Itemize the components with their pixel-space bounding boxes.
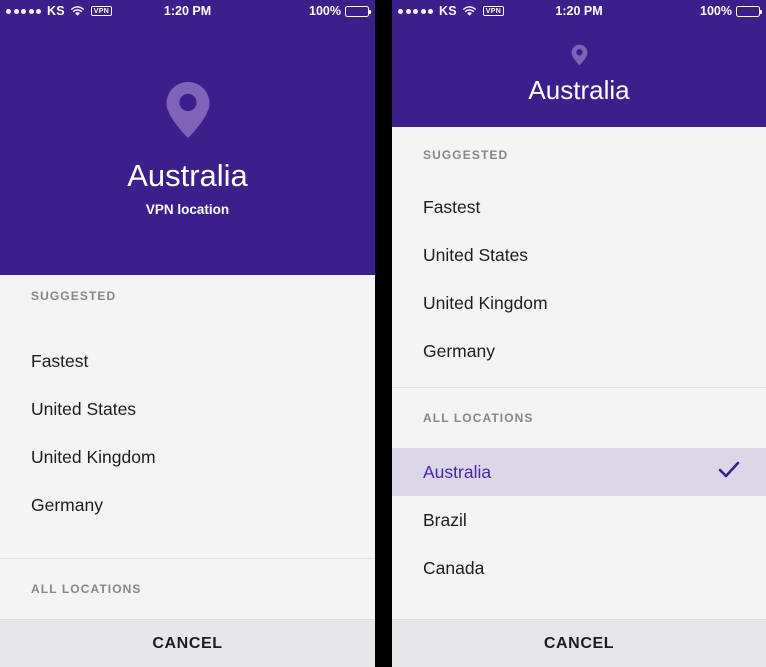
list-item[interactable]: United Kingdom xyxy=(0,433,375,481)
battery-percent-label: 100% xyxy=(700,4,732,18)
carrier-label: KS xyxy=(439,4,457,18)
signal-strength-dots-icon xyxy=(398,8,433,14)
list-item[interactable]: Germany xyxy=(0,481,375,529)
battery-percent-label: 100% xyxy=(309,4,341,18)
dual-screenshot-container: KS VPN 1:20 PM 100% Australia VPN locati… xyxy=(0,0,766,667)
right-list-body: SUGGESTED Fastest United States United K… xyxy=(392,127,766,619)
left-list-body: SUGGESTED Fastest United States United K… xyxy=(0,275,375,619)
wifi-icon xyxy=(462,5,476,17)
section-header-suggested: SUGGESTED xyxy=(31,289,117,303)
location-pin-icon xyxy=(571,44,588,71)
vpn-badge: VPN xyxy=(90,6,113,16)
list-item[interactable]: United States xyxy=(392,231,766,279)
status-bar-right: 100% xyxy=(700,4,763,18)
screen-separator xyxy=(375,0,392,667)
cancel-button[interactable]: CANCEL xyxy=(392,619,766,667)
left-phone-screen: KS VPN 1:20 PM 100% Australia VPN locati… xyxy=(0,0,375,667)
list-item[interactable]: United Kingdom xyxy=(392,279,766,327)
vpn-badge: VPN xyxy=(482,6,505,16)
wifi-icon xyxy=(70,5,84,17)
status-bar: KS VPN 1:20 PM 100% xyxy=(392,0,766,22)
battery-full-icon xyxy=(345,5,372,17)
status-bar-right: 100% xyxy=(309,4,372,18)
right-phone-screen: KS VPN 1:20 PM 100% Australia SUGGESTED … xyxy=(392,0,766,667)
status-bar: KS VPN 1:20 PM 100% xyxy=(0,0,375,22)
list-item[interactable]: Germany xyxy=(392,327,766,375)
carrier-label: KS xyxy=(47,4,65,18)
list-item[interactable]: Canada xyxy=(392,544,766,592)
checkmark-icon xyxy=(718,461,740,483)
list-item-label: Australia xyxy=(423,461,492,482)
section-header-all-locations: ALL LOCATIONS xyxy=(31,582,142,596)
right-header: Australia xyxy=(392,22,766,127)
section-header-all-locations: ALL LOCATIONS xyxy=(423,411,534,425)
list-gap xyxy=(392,375,766,387)
page-title: Australia xyxy=(528,74,630,105)
list-item[interactable]: Fastest xyxy=(0,337,375,385)
section-header-suggested: SUGGESTED xyxy=(423,148,509,162)
list-item[interactable]: Fastest xyxy=(392,183,766,231)
status-bar-left: KS VPN xyxy=(6,4,113,18)
battery-full-icon xyxy=(736,5,763,17)
status-bar-left: KS VPN xyxy=(398,4,505,18)
cancel-button[interactable]: CANCEL xyxy=(0,619,375,667)
page-title: Australia xyxy=(127,157,248,193)
signal-strength-dots-icon xyxy=(6,8,41,14)
page-subtitle: VPN location xyxy=(145,201,230,217)
location-pin-icon xyxy=(165,81,211,144)
list-item[interactable]: United States xyxy=(0,385,375,433)
list-item-selected[interactable]: Australia xyxy=(392,448,766,496)
list-item[interactable]: Brazil xyxy=(392,496,766,544)
left-header: Australia VPN location xyxy=(0,22,375,275)
